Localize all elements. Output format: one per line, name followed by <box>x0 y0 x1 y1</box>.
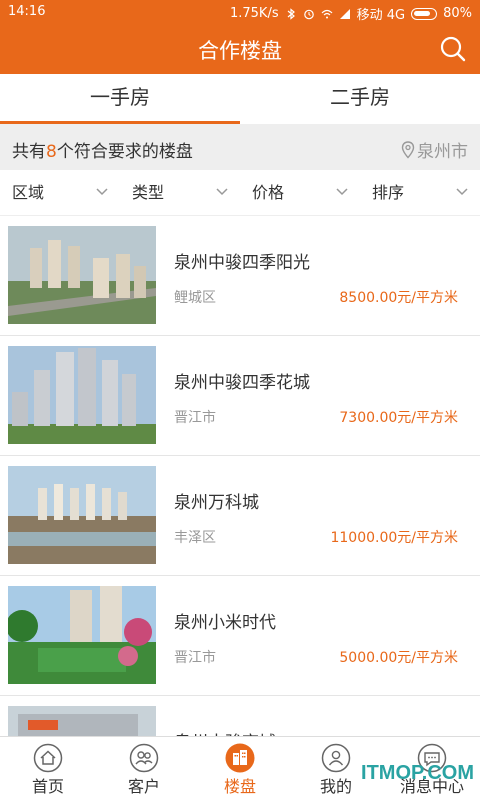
filter-region[interactable]: 区域 <box>0 170 120 215</box>
property-district: 鲤城区 <box>174 290 216 306</box>
bluetooth-icon <box>287 7 295 20</box>
wifi-icon <box>321 9 333 18</box>
nav-label: 客户 <box>127 777 160 796</box>
carrier-label: 移动 4G <box>356 8 406 23</box>
nav-home[interactable]: 首页 <box>0 737 96 800</box>
profile-icon <box>321 743 351 773</box>
property-image <box>8 226 156 324</box>
list-item[interactable]: 泉州中骏四季阳光 鲤城区 8500.00元/平方米 <box>0 216 480 336</box>
property-name: 泉州中骏四季花城 <box>174 373 310 393</box>
battery-icon <box>411 7 438 20</box>
filter-label: 排序 <box>372 183 405 202</box>
nav-label: 首页 <box>31 777 64 796</box>
property-image <box>8 466 156 564</box>
property-name: 泉州小米时代 <box>174 613 276 633</box>
result-count-text: 共有8个符合要求的楼盘 <box>12 137 193 162</box>
property-price: 11000.00元/平方米 <box>330 530 458 546</box>
filter-label: 区域 <box>12 183 45 202</box>
app-header: 合作楼盘 <box>0 24 480 74</box>
buildings-icon <box>225 743 255 773</box>
filter-price[interactable]: 价格 <box>240 170 360 215</box>
property-price: 8500.00元/平方米 <box>339 290 458 306</box>
nav-customers[interactable]: 客户 <box>96 737 192 800</box>
battery-level: 80% <box>443 6 472 21</box>
property-list: 泉州中骏四季阳光 鲤城区 8500.00元/平方米 泉州中骏四季花城 晋江市 7… <box>0 216 480 800</box>
watermark: ITMOP.COM <box>361 762 474 784</box>
page-title: 合作楼盘 <box>198 39 282 63</box>
filter-sort[interactable]: 排序 <box>360 170 480 215</box>
listing-tabs: 一手房 二手房 <box>0 74 480 124</box>
filter-type[interactable]: 类型 <box>120 170 240 215</box>
result-count-prefix: 共有 <box>12 142 46 162</box>
filter-bar: 区域 类型 价格 排序 <box>0 170 480 216</box>
location-pin-icon <box>401 140 415 159</box>
alarm-icon <box>303 9 314 19</box>
chevron-down-icon <box>96 188 108 196</box>
result-count: 8 <box>46 142 57 162</box>
city-label: 泉州市 <box>417 142 468 162</box>
result-summary: 共有8个符合要求的楼盘 泉州市 <box>0 124 480 170</box>
city-selector[interactable]: 泉州市 <box>401 137 468 162</box>
status-bar: 14:16 1.75K/s 移动 4G 80% <box>0 0 480 24</box>
property-price: 7300.00元/平方米 <box>339 410 458 426</box>
signal-icon <box>339 8 350 19</box>
property-district: 晋江市 <box>174 650 216 666</box>
chevron-down-icon <box>456 188 468 196</box>
customers-icon <box>129 743 159 773</box>
list-item[interactable]: 泉州小米时代 晋江市 5000.00元/平方米 <box>0 576 480 696</box>
tab-resale-homes[interactable]: 二手房 <box>240 74 480 124</box>
tab-new-homes[interactable]: 一手房 <box>0 74 240 124</box>
chevron-down-icon <box>336 188 348 196</box>
filter-label: 价格 <box>252 183 285 202</box>
property-district: 晋江市 <box>174 410 216 426</box>
property-district: 丰泽区 <box>174 530 216 546</box>
property-name: 泉州中骏四季阳光 <box>174 253 310 273</box>
nav-label: 楼盘 <box>223 777 256 796</box>
property-price: 5000.00元/平方米 <box>339 650 458 666</box>
status-time: 14:16 <box>8 4 46 19</box>
list-item[interactable]: 泉州中骏四季花城 晋江市 7300.00元/平方米 <box>0 336 480 456</box>
search-icon[interactable] <box>438 34 468 64</box>
home-icon <box>33 743 63 773</box>
chevron-down-icon <box>216 188 228 196</box>
property-name: 泉州万科城 <box>174 493 259 513</box>
status-right: 1.75K/s 移动 4G 80% <box>230 4 472 23</box>
property-image <box>8 346 156 444</box>
list-item[interactable]: 泉州万科城 丰泽区 11000.00元/平方米 <box>0 456 480 576</box>
filter-label: 类型 <box>132 183 165 202</box>
property-image <box>8 586 156 684</box>
network-speed: 1.75K/s <box>229 6 279 21</box>
nav-buildings[interactable]: 楼盘 <box>192 737 288 800</box>
result-count-suffix: 个符合要求的楼盘 <box>56 142 193 162</box>
